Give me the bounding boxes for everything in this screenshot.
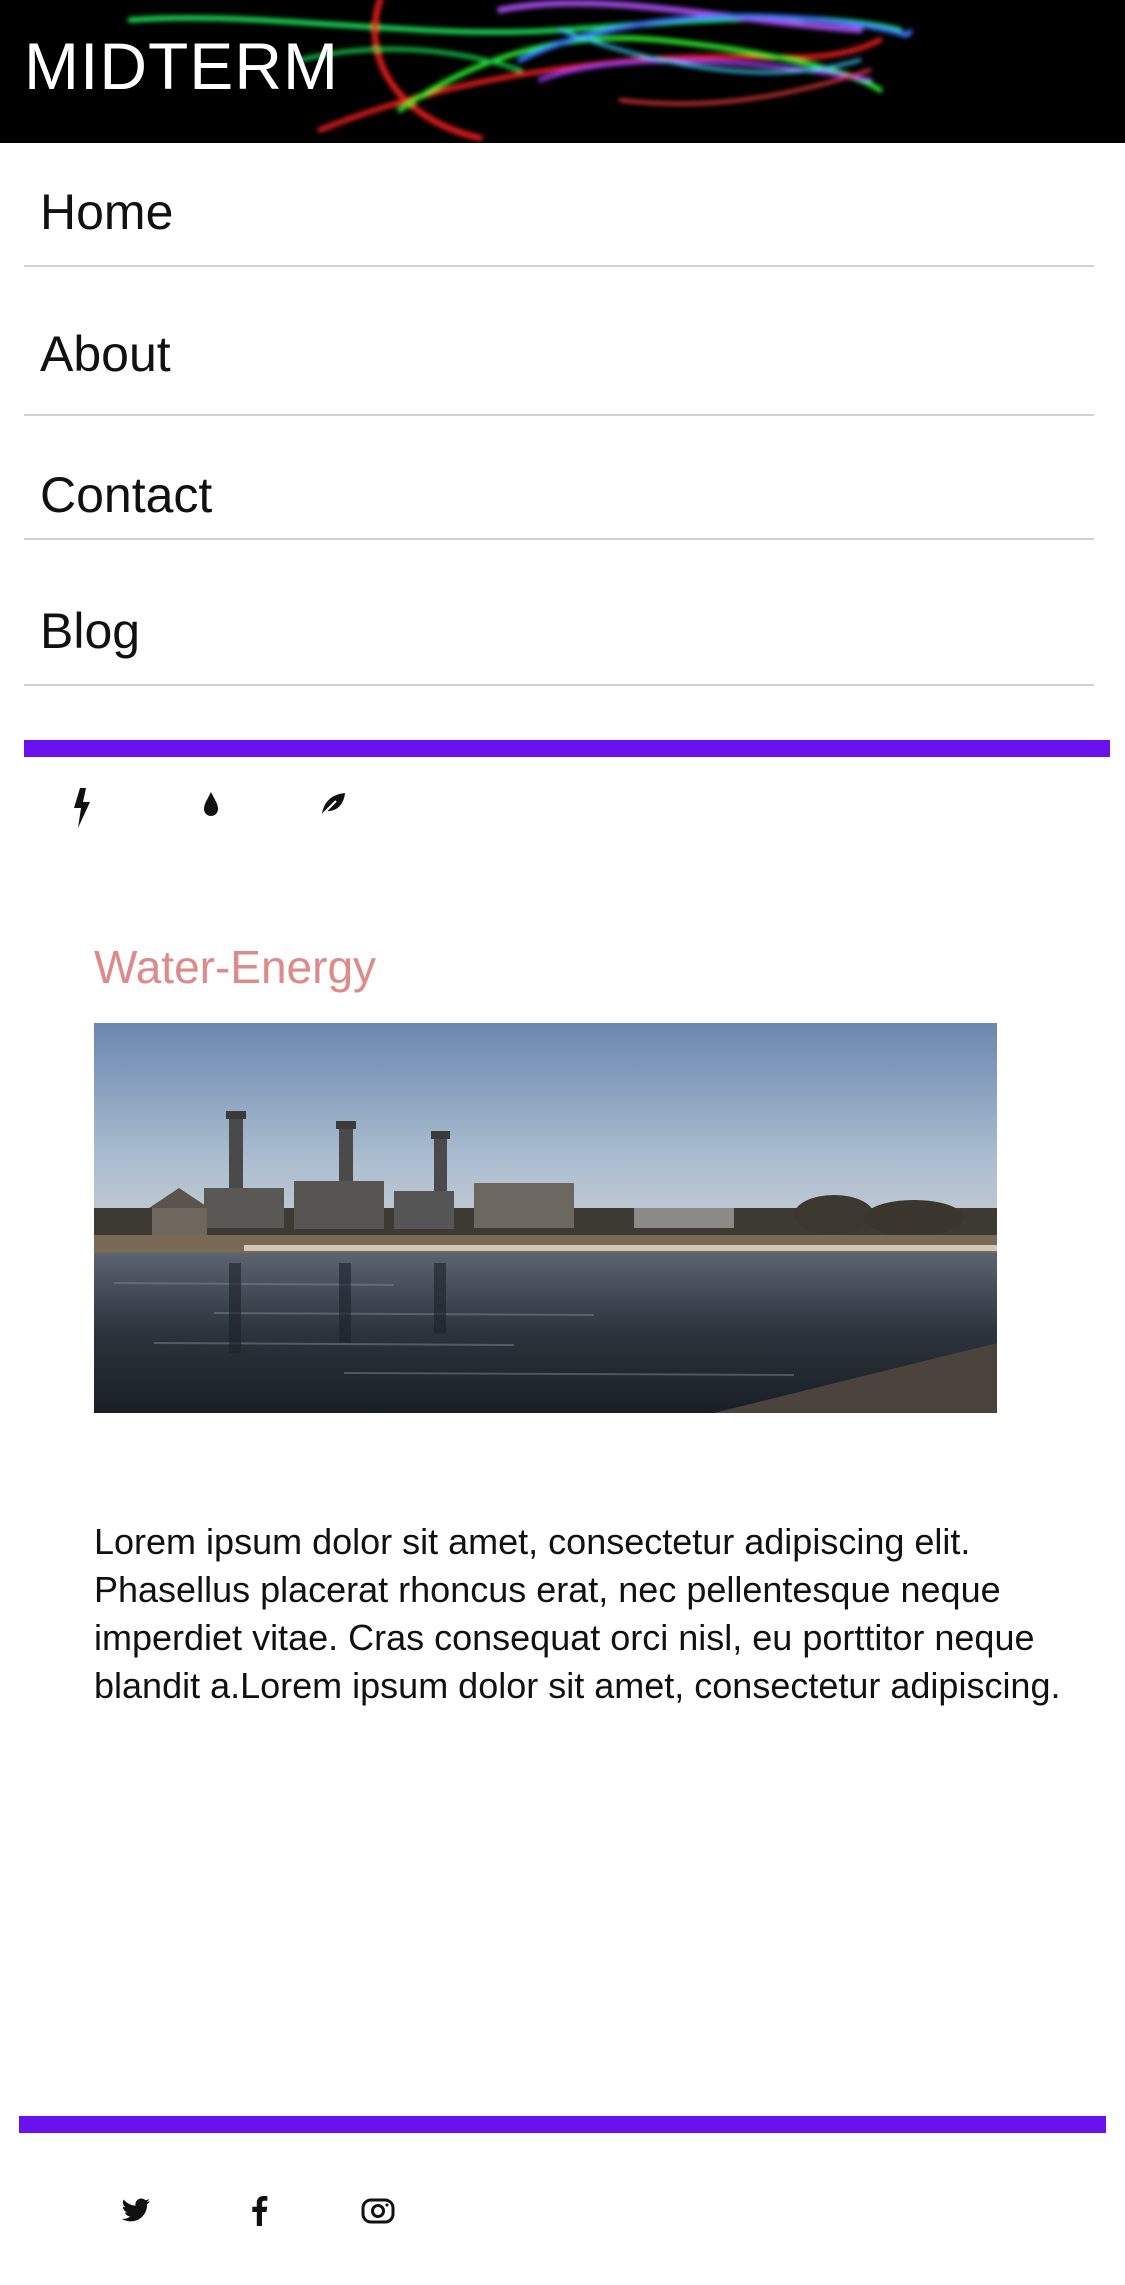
- site-brand[interactable]: MIDTERM: [24, 26, 339, 106]
- leaf-icon[interactable]: [318, 788, 348, 818]
- nav-item-label[interactable]: Contact: [40, 466, 212, 524]
- nav-item-about[interactable]: About: [24, 265, 1094, 416]
- nav-item-label[interactable]: Home: [40, 183, 173, 241]
- nav-item-blog[interactable]: Blog: [24, 538, 1094, 686]
- nav-item-home[interactable]: Home: [24, 143, 1094, 267]
- nav-item-label[interactable]: Blog: [40, 602, 140, 660]
- lightning-icon[interactable]: [70, 788, 98, 828]
- site-header: MIDTERM: [0, 0, 1125, 143]
- instagram-icon[interactable]: [360, 2196, 396, 2226]
- accent-divider-top: [24, 740, 1110, 757]
- facebook-icon[interactable]: [248, 2196, 272, 2226]
- power-plant-photo: [94, 1023, 997, 1413]
- article-title[interactable]: Water-Energy: [94, 940, 376, 994]
- water-drop-icon[interactable]: [198, 788, 224, 820]
- accent-divider-bottom: [19, 2116, 1106, 2133]
- twitter-icon[interactable]: [120, 2196, 152, 2226]
- article-body: Lorem ipsum dolor sit amet, consectetur …: [94, 1521, 1061, 1706]
- nav-item-contact[interactable]: Contact: [24, 414, 1094, 540]
- nav-item-label[interactable]: About: [40, 325, 171, 383]
